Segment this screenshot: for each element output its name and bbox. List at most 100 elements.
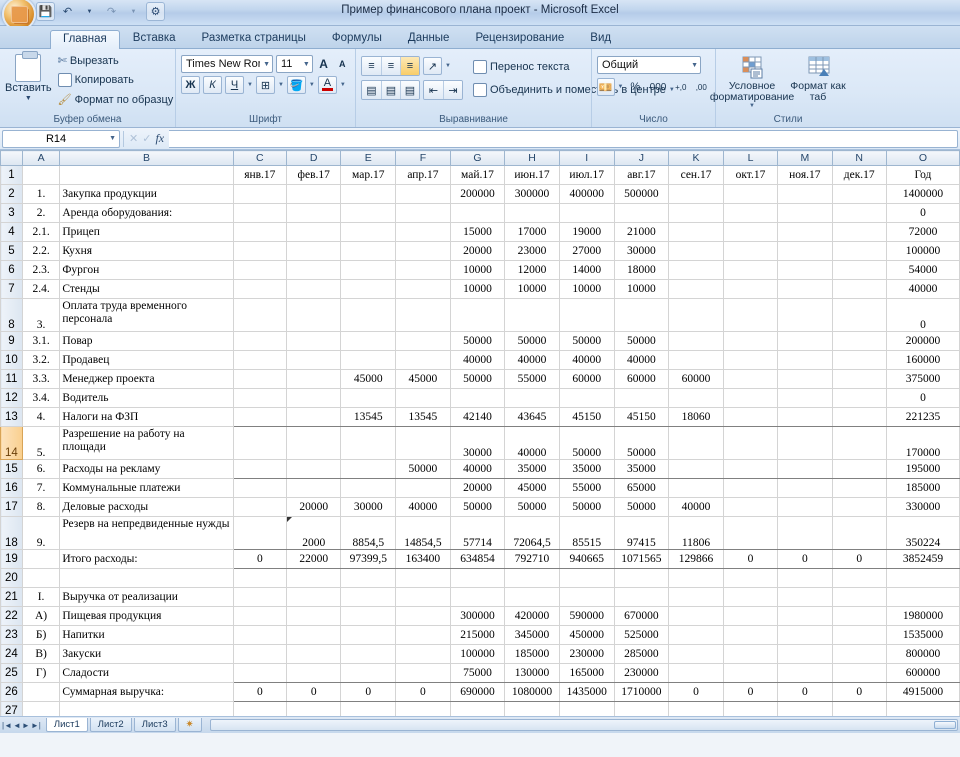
italic-button[interactable]: К: [203, 76, 222, 94]
cell-K1[interactable]: сен.17: [668, 165, 724, 185]
table-row[interactable]: 7 2.4. Стенды 10000 10000 10000 10000 40000: [0, 279, 960, 299]
cell-I21[interactable]: [558, 587, 615, 607]
cell-N23[interactable]: [831, 625, 887, 645]
cell-G6[interactable]: 10000: [449, 260, 506, 280]
cell-O9[interactable]: 200000: [885, 331, 960, 351]
cell-H20[interactable]: [504, 568, 560, 588]
cell-B12[interactable]: Водитель: [59, 388, 234, 408]
cell-M6[interactable]: [777, 260, 833, 280]
font-name-combo[interactable]: Times New Rom ▼: [181, 55, 273, 73]
cell-J12[interactable]: [613, 388, 670, 408]
cell-O23[interactable]: 1535000: [885, 625, 960, 645]
row-header-20[interactable]: 20: [0, 568, 23, 588]
table-row[interactable]: 22 А) Пищевая продукция 300000 420000 590000 6…: [0, 606, 960, 626]
cell-D2[interactable]: [286, 184, 342, 204]
row-header-25[interactable]: 25: [0, 663, 23, 683]
tab-razmetka[interactable]: Разметка страницы: [189, 29, 319, 49]
cell-F12[interactable]: [395, 388, 451, 408]
cell-F26[interactable]: 0: [395, 682, 451, 702]
cell-J25[interactable]: 230000: [613, 663, 670, 683]
cell-N24[interactable]: [831, 644, 887, 664]
cell-B14[interactable]: Разрешение на работу на площади: [59, 426, 234, 460]
cell-F19[interactable]: 163400: [395, 549, 451, 569]
cell-O11[interactable]: 375000: [885, 369, 960, 389]
cell-N7[interactable]: [831, 279, 887, 299]
cell-K15[interactable]: [668, 459, 724, 479]
cell-E9[interactable]: [340, 331, 397, 351]
row-header-10[interactable]: 10: [0, 350, 23, 370]
sheet-tab-list1[interactable]: Лист1: [45, 717, 88, 733]
cell-K27[interactable]: [668, 701, 724, 716]
cell-L24[interactable]: [722, 644, 779, 664]
borders-icon[interactable]: ⊞: [255, 76, 275, 94]
cell-O19[interactable]: 3852459: [885, 549, 960, 569]
cell-E22[interactable]: [340, 606, 397, 626]
cell-M1[interactable]: ноя.17: [777, 165, 833, 185]
cell-N10[interactable]: [831, 350, 887, 370]
cell-H2[interactable]: 300000: [504, 184, 560, 204]
cell-F23[interactable]: [395, 625, 451, 645]
align-right-icon[interactable]: ▤: [400, 81, 419, 99]
cell-O20[interactable]: [885, 568, 960, 588]
font-size-combo[interactable]: 11 ▼: [276, 55, 313, 73]
cell-I13[interactable]: 45150: [558, 407, 615, 427]
borders-dropdown-icon[interactable]: ▼: [278, 82, 284, 88]
cell-H16[interactable]: 45000: [504, 478, 560, 498]
align-left-icon[interactable]: ▤: [362, 81, 381, 99]
cell-C4[interactable]: [232, 222, 288, 242]
cell-G20[interactable]: [449, 568, 506, 588]
formula-input[interactable]: [169, 129, 958, 148]
cell-A5[interactable]: 2.2.: [21, 241, 61, 261]
cell-E12[interactable]: [340, 388, 397, 408]
cell-N16[interactable]: [831, 478, 887, 498]
cell-L5[interactable]: [722, 241, 779, 261]
cell-K22[interactable]: [668, 606, 724, 626]
cell-F1[interactable]: апр.17: [395, 165, 451, 185]
cell-K4[interactable]: [668, 222, 724, 242]
cell-F13[interactable]: 13545: [395, 407, 451, 427]
cell-I14[interactable]: 50000: [558, 426, 615, 460]
cell-I20[interactable]: [558, 568, 615, 588]
cell-F15[interactable]: 50000: [395, 459, 451, 479]
cell-C26[interactable]: 0: [232, 682, 288, 702]
column-header-A[interactable]: A: [21, 150, 61, 166]
cell-H24[interactable]: 185000: [504, 644, 560, 664]
table-row[interactable]: 24 В) Закуски 100000 185000 230000 285000 80000…: [0, 644, 960, 664]
cell-K11[interactable]: 60000: [668, 369, 724, 389]
table-row[interactable]: 25 Г) Сладости 75000 130000 165000 230000 60000…: [0, 663, 960, 683]
cell-B4[interactable]: Прицеп: [59, 222, 234, 242]
cell-N4[interactable]: [831, 222, 887, 242]
cell-C9[interactable]: [232, 331, 288, 351]
cell-J7[interactable]: 10000: [613, 279, 670, 299]
cell-B3[interactable]: Аренда оборудования:: [59, 203, 234, 223]
paste-button[interactable]: Вставить ▼: [5, 51, 52, 108]
column-header-G[interactable]: G: [449, 150, 506, 166]
cell-M2[interactable]: [777, 184, 833, 204]
cell-G23[interactable]: 215000: [449, 625, 506, 645]
cell-L22[interactable]: [722, 606, 779, 626]
table-row[interactable]: 19 Итого расходы: 0 22000 97399,5 163400 63485…: [0, 549, 960, 569]
cell-C17[interactable]: [232, 497, 288, 517]
table-row[interactable]: 8 3. Оплата труда временного персонала 0: [0, 298, 960, 332]
cell-H4[interactable]: 17000: [504, 222, 560, 242]
cell-C21[interactable]: [232, 587, 288, 607]
cell-F5[interactable]: [395, 241, 451, 261]
row-header-9[interactable]: 9: [0, 331, 23, 351]
cell-J23[interactable]: 525000: [613, 625, 670, 645]
cell-B8[interactable]: Оплата труда временного персонала: [59, 298, 234, 332]
column-header-M[interactable]: M: [777, 150, 833, 166]
cell-D10[interactable]: [286, 350, 342, 370]
cell-D16[interactable]: [286, 478, 342, 498]
cell-B10[interactable]: Продавец: [59, 350, 234, 370]
cell-F6[interactable]: [395, 260, 451, 280]
cell-B1[interactable]: [59, 165, 234, 185]
cell-N3[interactable]: [831, 203, 887, 223]
comma-style-button[interactable]: 000: [647, 78, 669, 96]
cell-F11[interactable]: 45000: [395, 369, 451, 389]
cell-I3[interactable]: [558, 203, 615, 223]
row-header-17[interactable]: 17: [0, 497, 23, 517]
cell-D9[interactable]: [286, 331, 342, 351]
cell-E17[interactable]: 30000: [340, 497, 397, 517]
cell-O17[interactable]: 330000: [885, 497, 960, 517]
cell-I4[interactable]: 19000: [558, 222, 615, 242]
